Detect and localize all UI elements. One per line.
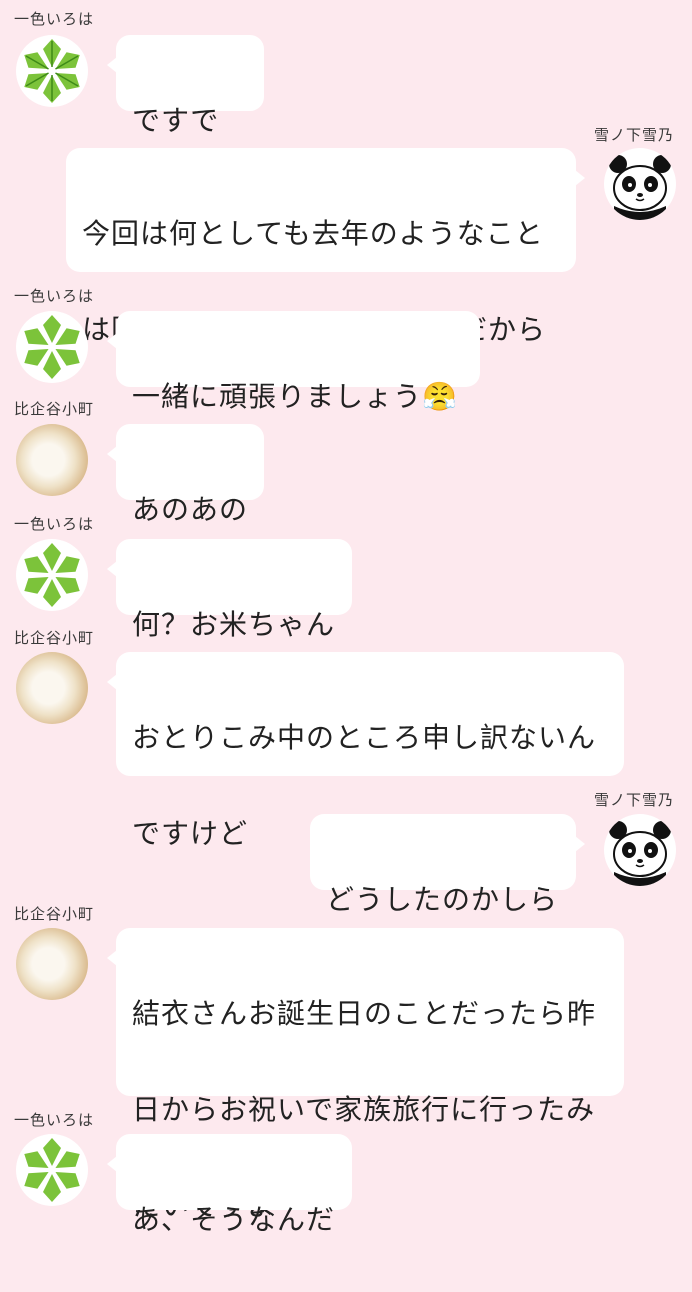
message-bubble[interactable]: 結衣さんお誕生日のことだったら昨 日からお祝いで家族旅行に行ったみ たいですよ bbox=[107, 928, 624, 1222]
green-leaf-icon[interactable] bbox=[16, 1134, 88, 1206]
sender-name: 雪ノ下雪乃 bbox=[593, 126, 674, 144]
sender-name: 一色いろは bbox=[14, 287, 95, 305]
message-line: 日からお祝いで家族旅行に行ったみ bbox=[132, 1093, 596, 1126]
sender-name: 雪ノ下雪乃 bbox=[593, 791, 674, 809]
message-line: どうしたのかしら bbox=[326, 883, 559, 916]
green-leaf-icon[interactable] bbox=[16, 311, 88, 383]
panda-icon[interactable] bbox=[604, 814, 676, 886]
sender-name: 一色いろは bbox=[14, 1111, 95, 1129]
sender-name: 一色いろは bbox=[14, 515, 95, 533]
rice-icon[interactable] bbox=[16, 424, 88, 496]
sender-name: 一色いろは bbox=[14, 10, 95, 28]
green-leaf-icon[interactable] bbox=[16, 35, 88, 107]
message-line: 何？お米ちゃん bbox=[132, 608, 336, 641]
message-bubble[interactable]: あのあの bbox=[107, 424, 264, 526]
message-bubble[interactable]: ですです bbox=[107, 35, 264, 185]
message-line: おとりこみ中のところ申し訳ないん bbox=[132, 721, 597, 754]
message-bubble[interactable]: どうしたのかしら bbox=[310, 814, 585, 916]
sender-name: 比企谷小町 bbox=[14, 629, 95, 647]
rice-icon[interactable] bbox=[16, 652, 88, 724]
message-line: あのあの bbox=[132, 493, 249, 526]
sender-name: 比企谷小町 bbox=[14, 905, 95, 923]
message-line: 一緒に頑張りましょう😤 bbox=[132, 380, 458, 413]
message-bubble[interactable]: 一緒に頑張りましょう😤 bbox=[107, 311, 480, 413]
message-line: 今回は何としても去年のようなこと bbox=[82, 217, 544, 250]
message-line: あ、そうなんだ bbox=[132, 1203, 336, 1236]
panda-icon[interactable] bbox=[604, 148, 676, 220]
message-bubble[interactable]: おとりこみ中のところ申し訳ないん ですけど bbox=[107, 652, 624, 850]
rice-icon[interactable] bbox=[16, 928, 88, 1000]
message-line: 結衣さんお誕生日のことだったら昨 bbox=[132, 997, 597, 1030]
message-bubble[interactable]: 何？お米ちゃん bbox=[107, 539, 352, 641]
message-bubble[interactable]: 今回は何としても去年のようなこと は阻止しなければならないのだから bbox=[66, 148, 585, 346]
sender-name: 比企谷小町 bbox=[14, 400, 95, 418]
green-leaf-icon[interactable] bbox=[16, 539, 88, 611]
message-bubble[interactable]: あ、そうなんだ bbox=[107, 1134, 352, 1236]
